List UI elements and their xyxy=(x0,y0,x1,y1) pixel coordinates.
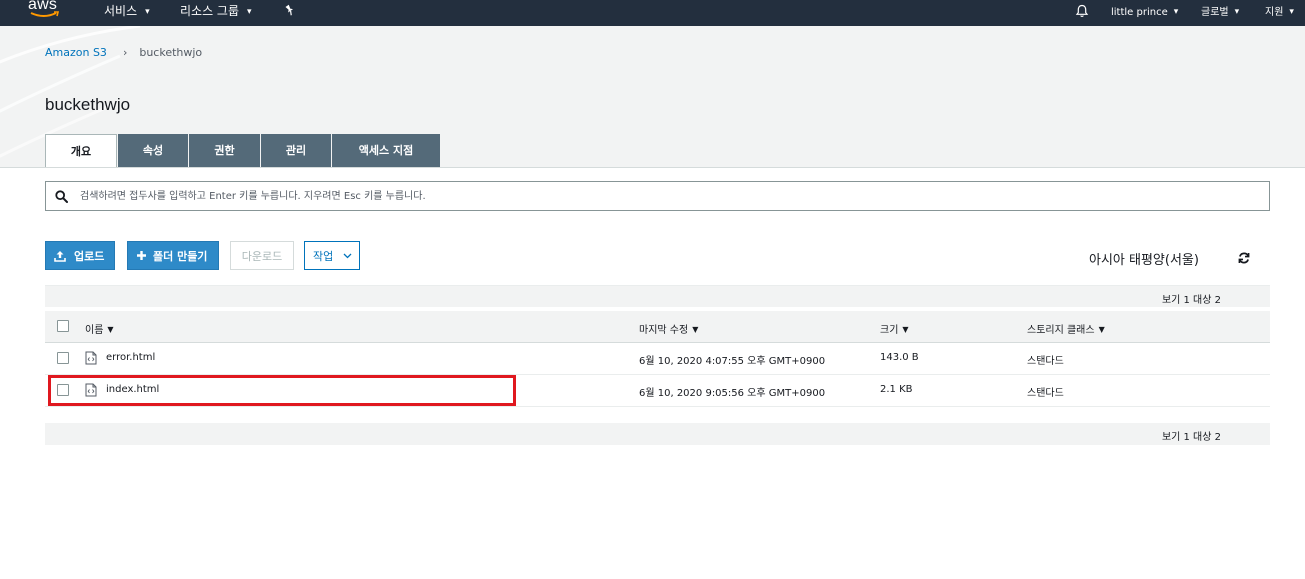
file-icon xyxy=(85,351,97,365)
region-label: 아시아 태평양(서울) xyxy=(1089,253,1199,268)
create-folder-label: 폴더 만들기 xyxy=(153,249,208,263)
top-navigation-bar: aws 서비스 ▾ 리소스 그룹 ▾ little prince ▾ 글로벌 ▾ 지원 ▾ xyxy=(0,0,1305,26)
download-label: 다운로드 xyxy=(241,249,283,263)
row-checkbox[interactable] xyxy=(57,384,69,396)
sort-down-icon: ▼ xyxy=(902,325,909,334)
user-menu[interactable]: little prince ▾ xyxy=(1111,4,1178,20)
table-header: 이름 ▼ 마지막 수정 ▼ 크기 ▼ 스토리지 클래스 ▼ xyxy=(45,311,1270,343)
column-header-name[interactable]: 이름 ▼ xyxy=(85,321,114,336)
global-label: 글로벌 xyxy=(1201,7,1229,18)
last-modified-cell: 6월 10, 2020 9:05:56 오후 GMT+0900 xyxy=(639,388,826,399)
size-cell: 2.1 KB xyxy=(880,384,913,395)
page-header: Amazon S3 › buckethwjo buckethwjo 개요 속성 권한… xyxy=(0,26,1305,168)
table-pagination-top: 보기 1 대상 2 xyxy=(45,285,1270,307)
breadcrumb-root-link[interactable]: Amazon S3 xyxy=(45,46,107,59)
table-row[interactable]: index.html 6월 10, 2020 9:05:56 오후 GMT+09… xyxy=(45,375,1270,407)
breadcrumb: Amazon S3 › buckethwjo xyxy=(45,46,202,59)
services-menu[interactable]: 서비스 ▾ xyxy=(104,3,150,19)
row-checkbox[interactable] xyxy=(57,352,69,364)
tab-overview[interactable]: 개요 xyxy=(45,134,117,167)
pin-icon[interactable] xyxy=(284,4,296,16)
region-menu[interactable]: 글로벌 ▾ xyxy=(1201,4,1239,20)
support-menu[interactable]: 지원 ▾ xyxy=(1265,4,1294,20)
sort-down-icon: ▼ xyxy=(1098,325,1105,334)
storage-class-cell: 스탠다드 xyxy=(1027,388,1064,399)
file-icon xyxy=(85,383,97,397)
chevron-down-icon: ▾ xyxy=(1289,7,1294,17)
sort-down-icon: ▼ xyxy=(107,325,114,334)
page-title: buckethwjo xyxy=(45,95,131,114)
view-count: 보기 1 대상 2 xyxy=(1161,295,1221,306)
chevron-down-icon: ▾ xyxy=(247,7,252,17)
refresh-icon[interactable] xyxy=(1237,251,1251,265)
file-name-link[interactable]: error.html xyxy=(106,352,155,363)
actions-label: 작업 xyxy=(313,249,334,263)
sort-down-icon: ▼ xyxy=(692,325,699,334)
column-header-last-modified[interactable]: 마지막 수정 ▼ xyxy=(639,321,698,336)
table-pagination-bottom: 보기 1 대상 2 xyxy=(45,423,1270,445)
plus-icon xyxy=(137,251,146,260)
resource-groups-menu[interactable]: 리소스 그룹 ▾ xyxy=(180,3,252,19)
search-box xyxy=(45,181,1270,211)
user-label: little prince xyxy=(1111,7,1168,18)
tab-permissions[interactable]: 권한 xyxy=(189,134,260,167)
bell-icon[interactable] xyxy=(1075,4,1089,18)
search-icon xyxy=(55,190,68,203)
column-header-size[interactable]: 크기 ▼ xyxy=(880,321,909,336)
aws-logo[interactable]: aws xyxy=(28,0,64,22)
column-header-storage-class[interactable]: 스토리지 클래스 ▼ xyxy=(1027,321,1105,336)
actions-dropdown[interactable]: 작업 xyxy=(304,241,360,270)
column-header-last-modified-label: 마지막 수정 xyxy=(639,325,689,336)
upload-button[interactable]: 업로드 xyxy=(45,241,115,270)
breadcrumb-separator: › xyxy=(122,46,128,59)
tab-access-points[interactable]: 액세스 지점 xyxy=(332,134,440,167)
select-all-checkbox[interactable] xyxy=(57,320,69,332)
column-header-size-label: 크기 xyxy=(880,325,899,336)
tab-bar: 개요 속성 권한 관리 액세스 지점 xyxy=(45,134,441,167)
support-label: 지원 xyxy=(1265,7,1284,18)
view-count: 보기 1 대상 2 xyxy=(1161,432,1221,443)
resource-groups-label: 리소스 그룹 xyxy=(180,4,240,18)
services-label: 서비스 xyxy=(104,4,138,18)
column-header-storage-class-label: 스토리지 클래스 xyxy=(1027,325,1095,336)
last-modified-cell: 6월 10, 2020 4:07:55 오후 GMT+0900 xyxy=(639,356,826,367)
aws-smile-icon xyxy=(30,11,60,17)
size-cell: 143.0 B xyxy=(880,352,919,363)
upload-label: 업로드 xyxy=(74,249,105,263)
chevron-down-icon: ▾ xyxy=(1173,7,1179,17)
storage-class-cell: 스탠다드 xyxy=(1027,356,1064,367)
tab-properties[interactable]: 속성 xyxy=(118,134,188,167)
breadcrumb-current: buckethwjo xyxy=(139,46,203,59)
upload-icon xyxy=(54,250,66,262)
search-input[interactable] xyxy=(80,186,1260,206)
tab-management[interactable]: 관리 xyxy=(261,134,331,167)
column-header-name-label: 이름 xyxy=(85,325,104,336)
file-name-link[interactable]: index.html xyxy=(106,384,159,395)
create-folder-button[interactable]: 폴더 만들기 xyxy=(127,241,219,270)
table-row[interactable]: error.html 6월 10, 2020 4:07:55 오후 GMT+09… xyxy=(45,343,1270,375)
chevron-down-icon xyxy=(343,253,352,258)
chevron-down-icon: ▾ xyxy=(1234,7,1240,17)
chevron-down-icon: ▾ xyxy=(145,7,150,17)
download-button[interactable]: 다운로드 xyxy=(230,241,294,270)
